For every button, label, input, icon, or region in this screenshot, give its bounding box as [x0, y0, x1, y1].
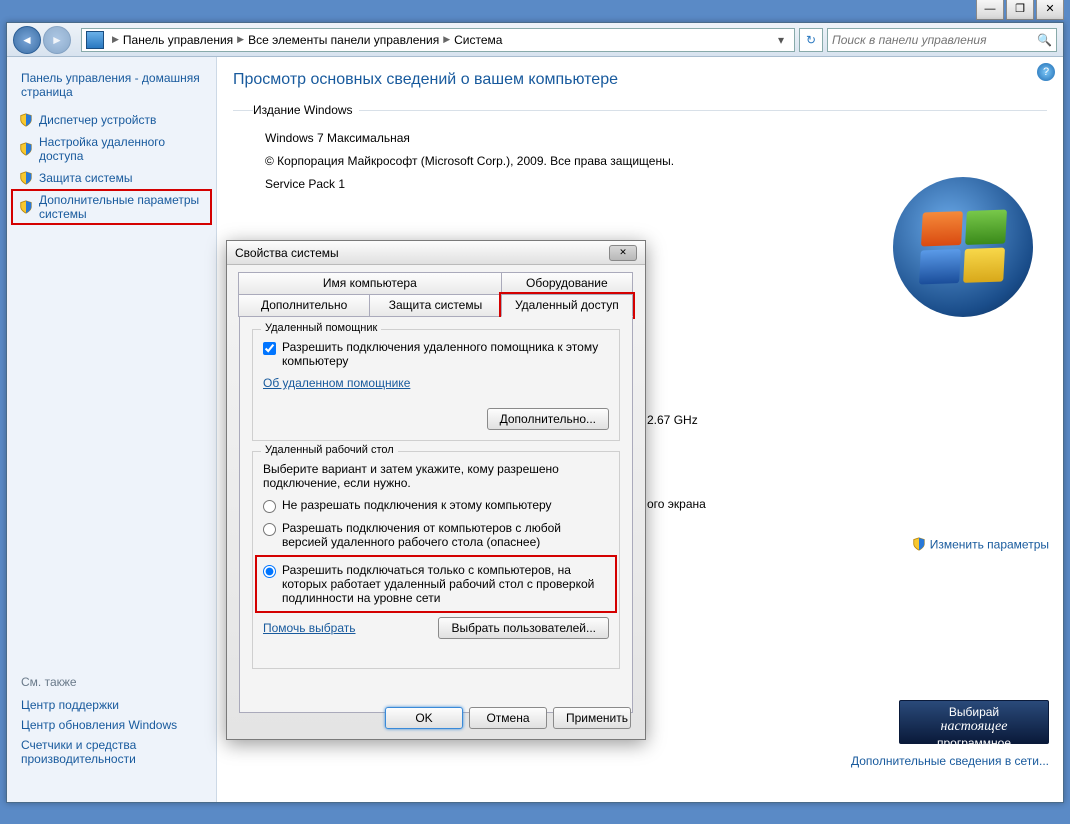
page-title: Просмотр основных сведений о вашем компь…	[233, 71, 1047, 89]
help-icon[interactable]: ?	[1037, 63, 1055, 81]
dialog-tabs: Имя компьютера Оборудование Дополнительн…	[239, 273, 633, 317]
dialog-titlebar[interactable]: Свойства системы ✕	[227, 241, 645, 265]
breadcrumb-separator-icon: ▶	[112, 34, 119, 45]
tab-advanced[interactable]: Дополнительно	[238, 294, 370, 317]
obscured-system-text: 2.67 GHz ого экрана	[647, 397, 706, 527]
window-maximize-button[interactable]: ❐	[1006, 0, 1034, 20]
sidebar: Панель управления - домашняя страница Ди…	[7, 57, 217, 802]
control-panel-icon	[86, 31, 104, 49]
rd-option-any-radio[interactable]	[263, 523, 276, 536]
dialog-footer: OK Отмена Применить	[385, 707, 631, 729]
sidebar-item-label: Настройка удаленного доступа	[39, 135, 204, 163]
sidebar-item-system-protection[interactable]: Защита системы	[11, 167, 212, 189]
rd-option-deny-label: Не разрешать подключения к этому компьют…	[282, 498, 552, 512]
dialog-title-text: Свойства системы	[235, 246, 609, 260]
dialog-close-button[interactable]: ✕	[609, 245, 637, 261]
remote-desktop-legend: Удаленный рабочий стол	[261, 444, 398, 456]
breadcrumb-item[interactable]: Панель управления	[123, 33, 233, 47]
breadcrumb-separator-icon: ▶	[237, 34, 244, 45]
breadcrumb-separator-icon: ▶	[443, 34, 450, 45]
search-input[interactable]	[832, 33, 1037, 47]
ok-button[interactable]: OK	[385, 707, 463, 729]
rd-option-nla-label: Разрешить подключаться только с компьюте…	[282, 563, 609, 605]
see-also-header: См. также	[21, 675, 202, 689]
sidebar-item-label: Диспетчер устройств	[39, 113, 156, 127]
tab-system-protection[interactable]: Защита системы	[369, 294, 501, 317]
remote-desktop-intro: Выберите вариант и затем укажите, кому р…	[263, 462, 609, 490]
remote-assistance-group: Удаленный помощник Разрешить подключения…	[252, 329, 620, 441]
select-users-button[interactable]: Выбрать пользователей...	[438, 617, 609, 639]
apply-button[interactable]: Применить	[553, 707, 631, 729]
shield-icon	[912, 537, 926, 554]
rd-option-nla-highlight: Разрешить подключаться только с компьюте…	[257, 557, 615, 611]
remote-desktop-group: Удаленный рабочий стол Выберите вариант …	[252, 451, 620, 669]
edition-legend: Издание Windows	[253, 103, 359, 117]
breadcrumb-item[interactable]: Все элементы панели управления	[248, 33, 439, 47]
edition-name: Windows 7 Максимальная	[265, 127, 1047, 150]
see-also-section: См. также Центр поддержки Центр обновлен…	[11, 665, 212, 779]
refresh-button[interactable]: ↻	[799, 28, 823, 52]
window-close-button[interactable]: ✕	[1036, 0, 1064, 20]
see-also-action-center[interactable]: Центр поддержки	[21, 695, 202, 715]
change-settings-link[interactable]: Изменить параметры	[930, 538, 1049, 552]
nav-forward-button[interactable]: ►	[43, 26, 71, 54]
sidebar-home-link[interactable]: Панель управления - домашняя страница	[11, 67, 212, 109]
address-dropdown-button[interactable]: ▾	[772, 33, 790, 47]
address-bar-row: ◄ ► ▶ Панель управления ▶ Все элементы п…	[7, 23, 1063, 57]
breadcrumb-item[interactable]: Система	[454, 33, 502, 47]
sidebar-item-remote-settings[interactable]: Настройка удаленного доступа	[11, 131, 212, 167]
search-icon[interactable]: 🔍	[1037, 33, 1052, 47]
tab-remote[interactable]: Удаленный доступ	[501, 294, 633, 317]
windows-logo	[893, 177, 1033, 317]
copyright-text: © Корпорация Майкрософт (Microsoft Corp.…	[265, 150, 1047, 173]
allow-remote-assistance-checkbox[interactable]	[263, 342, 276, 355]
cpu-value-partial: 2.67 GHz	[647, 413, 706, 427]
shield-icon	[19, 200, 33, 214]
allow-remote-assistance-label: Разрешить подключения удаленного помощни…	[282, 340, 609, 368]
search-box[interactable]: 🔍	[827, 28, 1057, 52]
remote-assistance-advanced-button[interactable]: Дополнительно...	[487, 408, 609, 430]
remote-assistance-legend: Удаленный помощник	[261, 322, 381, 334]
rd-option-nla-radio[interactable]	[263, 565, 276, 578]
sidebar-item-advanced-settings[interactable]: Дополнительные параметры системы	[19, 193, 204, 221]
help-me-choose-link[interactable]: Помочь выбрать	[263, 621, 356, 635]
address-bar[interactable]: ▶ Панель управления ▶ Все элементы панел…	[81, 28, 795, 52]
rd-option-deny-radio[interactable]	[263, 500, 276, 513]
system-properties-dialog: Свойства системы ✕ Имя компьютера Оборуд…	[226, 240, 646, 740]
more-info-online-link[interactable]: Дополнительные сведения в сети...	[851, 754, 1049, 768]
shield-icon	[19, 113, 33, 127]
cancel-button[interactable]: Отмена	[469, 707, 547, 729]
sidebar-item-device-manager[interactable]: Диспетчер устройств	[11, 109, 212, 131]
sidebar-item-label: Дополнительные параметры системы	[39, 193, 204, 221]
genuine-microsoft-badge: Выбирай настоящее программное обеспечени…	[899, 700, 1049, 744]
nav-back-button[interactable]: ◄	[13, 26, 41, 54]
shield-icon	[19, 142, 33, 156]
rd-option-any-label: Разрешать подключения от компьютеров с л…	[282, 521, 609, 549]
see-also-performance[interactable]: Счетчики и средства производительности	[21, 735, 202, 769]
sidebar-item-advanced-highlight: Дополнительные параметры системы	[11, 189, 212, 225]
tab-panel-remote: Удаленный помощник Разрешить подключения…	[239, 317, 633, 713]
sidebar-item-label: Защита системы	[39, 171, 132, 185]
tab-computer-name[interactable]: Имя компьютера	[238, 272, 502, 295]
window-minimize-button[interactable]: —	[976, 0, 1004, 20]
tab-hardware[interactable]: Оборудование	[501, 272, 633, 295]
shield-icon	[19, 171, 33, 185]
genuine-line1: Выбирай	[904, 705, 1044, 719]
screen-text-partial: ого экрана	[647, 497, 706, 511]
about-remote-assistance-link[interactable]: Об удаленном помощнике	[263, 376, 410, 390]
see-also-windows-update[interactable]: Центр обновления Windows	[21, 715, 202, 735]
genuine-line2: настоящее	[904, 719, 1044, 736]
